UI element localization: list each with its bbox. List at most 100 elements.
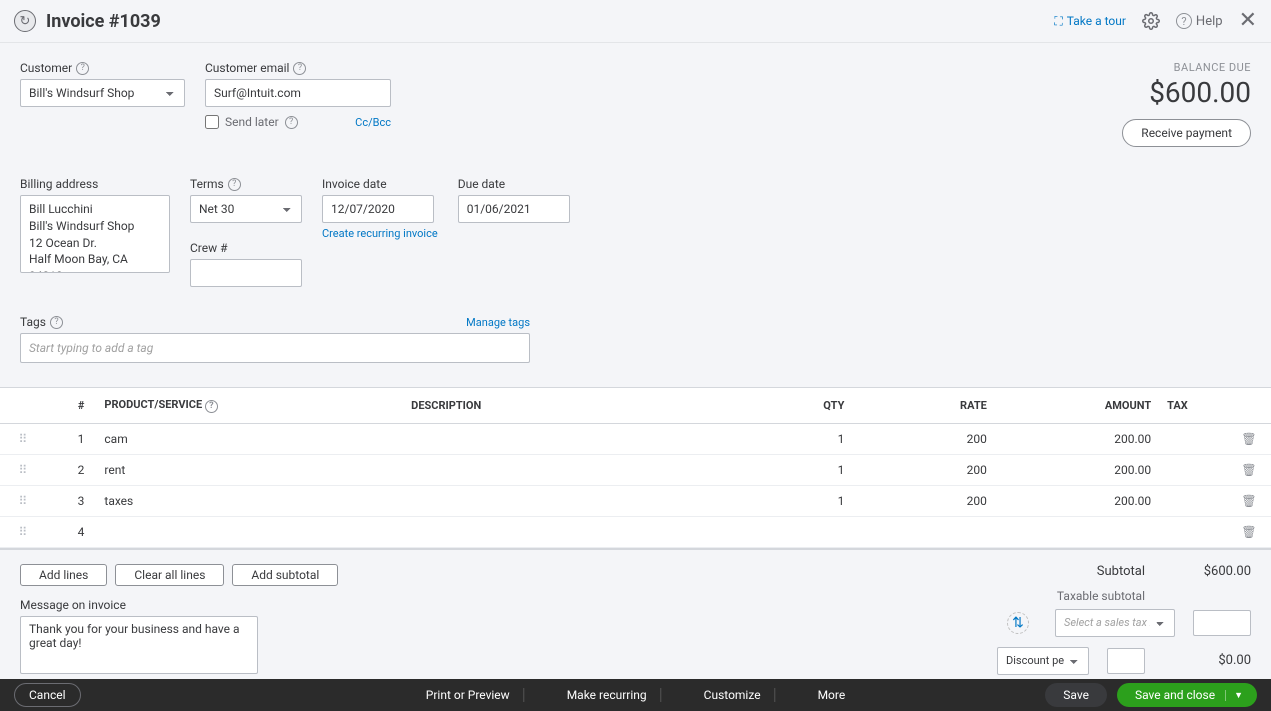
col-header-product: PRODUCT/SERVICE ?	[96, 388, 403, 423]
trash-icon[interactable]: 🗑	[1241, 432, 1256, 446]
tour-icon: ⛶	[1054, 14, 1062, 29]
more-button[interactable]: More	[804, 688, 860, 702]
save-and-close-button[interactable]: Save and close ▼	[1117, 683, 1257, 707]
cell-rate[interactable]: 200	[852, 423, 994, 454]
cell-description[interactable]	[403, 485, 710, 516]
main-scroll-area: Customer? Bill's Windsurf Shop Customer …	[0, 43, 1271, 679]
line-items-grid: # PRODUCT/SERVICE ? DESCRIPTION QTY RATE…	[0, 387, 1271, 550]
chevron-down-icon[interactable]: ▼	[1225, 690, 1243, 701]
cell-tax[interactable]	[1159, 423, 1227, 454]
gear-icon[interactable]	[1142, 12, 1160, 30]
receive-payment-button[interactable]: Receive payment	[1122, 119, 1251, 147]
ccbcc-link[interactable]: Cc/Bcc	[355, 116, 391, 129]
help-icon[interactable]: ?	[228, 178, 241, 191]
table-row[interactable]: ⠿3taxes1200200.00🗑	[0, 485, 1271, 516]
cell-tax[interactable]	[1159, 454, 1227, 485]
cell-amount[interactable]: 200.00	[995, 485, 1159, 516]
help-icon[interactable]: ?	[205, 400, 218, 413]
send-later-label: Send later	[225, 115, 279, 129]
cell-product[interactable]	[96, 516, 403, 547]
manage-tags-link[interactable]: Manage tags	[466, 316, 530, 329]
cell-rate[interactable]: 200	[852, 485, 994, 516]
drag-handle-icon[interactable]: ⠿	[19, 463, 26, 477]
print-preview-button[interactable]: Print or Preview	[412, 688, 524, 702]
cell-description[interactable]	[403, 423, 710, 454]
cell-tax[interactable]	[1159, 516, 1227, 547]
col-header-description: DESCRIPTION	[403, 388, 710, 423]
tags-input[interactable]	[20, 333, 530, 363]
cell-amount[interactable]: 200.00	[995, 454, 1159, 485]
col-header-rate: RATE	[852, 388, 994, 423]
cell-qty[interactable]: 1	[710, 485, 852, 516]
col-header-amount: AMOUNT	[995, 388, 1159, 423]
balance-due-amount: $600.00	[1122, 76, 1251, 109]
customer-select[interactable]: Bill's Windsurf Shop	[20, 79, 185, 107]
take-tour-link[interactable]: ⛶ Take a tour	[1054, 14, 1126, 29]
customize-button[interactable]: Customize	[690, 688, 775, 702]
table-row[interactable]: ⠿1cam1200200.00🗑	[0, 423, 1271, 454]
help-icon[interactable]: ?	[76, 62, 89, 75]
col-header-tax: TAX	[1159, 388, 1227, 423]
trash-icon[interactable]: 🗑	[1241, 463, 1256, 477]
cell-description[interactable]	[403, 454, 710, 485]
cell-amount[interactable]	[995, 516, 1159, 547]
terms-label: Terms?	[190, 177, 302, 191]
add-lines-button[interactable]: Add lines	[20, 564, 107, 586]
cancel-button[interactable]: Cancel	[14, 683, 81, 707]
help-icon[interactable]: ?	[293, 62, 306, 75]
billing-address-input[interactable]	[20, 195, 170, 273]
table-row[interactable]: ⠿ 2rent 1200200.00 🗑	[0, 454, 1271, 485]
cell-tax[interactable]	[1159, 485, 1227, 516]
cell-product[interactable]: cam	[96, 423, 403, 454]
balance-due-label: BALANCE DUE	[1122, 61, 1251, 74]
trash-icon[interactable]: 🗑	[1241, 525, 1256, 539]
cell-description[interactable]	[403, 516, 710, 547]
sales-tax-rate-select[interactable]: Select a sales tax rate	[1055, 609, 1175, 637]
help-button[interactable]: ? Help	[1176, 12, 1223, 30]
cell-product[interactable]: taxes	[96, 485, 403, 516]
drag-handle-icon[interactable]: ⠿	[19, 525, 26, 539]
cell-qty[interactable]: 1	[710, 423, 852, 454]
cell-num: 2	[44, 454, 97, 485]
help-icon[interactable]: ?	[50, 316, 63, 329]
cell-product[interactable]: rent	[96, 454, 403, 485]
create-recurring-link[interactable]: Create recurring invoice	[322, 227, 438, 240]
sales-tax-amount-input[interactable]	[1193, 610, 1251, 636]
drag-handle-icon[interactable]: ⠿	[19, 494, 26, 508]
col-header-qty: QTY	[710, 388, 852, 423]
save-button[interactable]: Save	[1045, 683, 1107, 707]
cell-qty[interactable]: 1	[710, 454, 852, 485]
due-date-input[interactable]	[458, 195, 570, 223]
terms-select[interactable]: Net 30	[190, 195, 302, 223]
cell-num: 1	[44, 423, 97, 454]
clear-all-lines-button[interactable]: Clear all lines	[115, 564, 224, 586]
drag-handle-icon[interactable]: ⠿	[19, 432, 26, 446]
table-row[interactable]: ⠿4🗑	[0, 516, 1271, 547]
discount-type-select[interactable]: Discount percent	[997, 647, 1089, 675]
cell-amount[interactable]: 200.00	[995, 423, 1159, 454]
add-subtotal-button[interactable]: Add subtotal	[232, 564, 338, 586]
trash-icon[interactable]: 🗑	[1241, 494, 1256, 508]
cell-rate[interactable]: 200	[852, 454, 994, 485]
discount-amount: $0.00	[1163, 653, 1251, 668]
crew-input[interactable]	[190, 259, 302, 287]
due-date-label: Due date	[458, 177, 570, 191]
send-later-checkbox[interactable]	[205, 115, 219, 129]
cell-rate[interactable]	[852, 516, 994, 547]
discount-value-input[interactable]	[1107, 648, 1145, 674]
recent-icon[interactable]: ↻	[14, 10, 36, 32]
cell-qty[interactable]	[710, 516, 852, 547]
customer-email-input[interactable]	[205, 79, 391, 107]
make-recurring-button[interactable]: Make recurring	[553, 688, 661, 702]
help-icon[interactable]: ?	[285, 116, 298, 129]
close-icon[interactable]: ✕	[1239, 10, 1257, 32]
message-on-invoice-input[interactable]	[20, 616, 258, 674]
message-on-invoice-label: Message on invoice	[20, 598, 338, 612]
take-tour-label: Take a tour	[1067, 14, 1126, 28]
col-header-num: #	[44, 388, 97, 423]
swap-icon[interactable]: ⇅	[1007, 612, 1029, 634]
subtotal-value: $600.00	[1163, 564, 1251, 579]
subtotal-label: Subtotal	[801, 564, 1145, 579]
invoice-date-input[interactable]	[322, 195, 434, 223]
crew-label: Crew #	[190, 241, 302, 255]
